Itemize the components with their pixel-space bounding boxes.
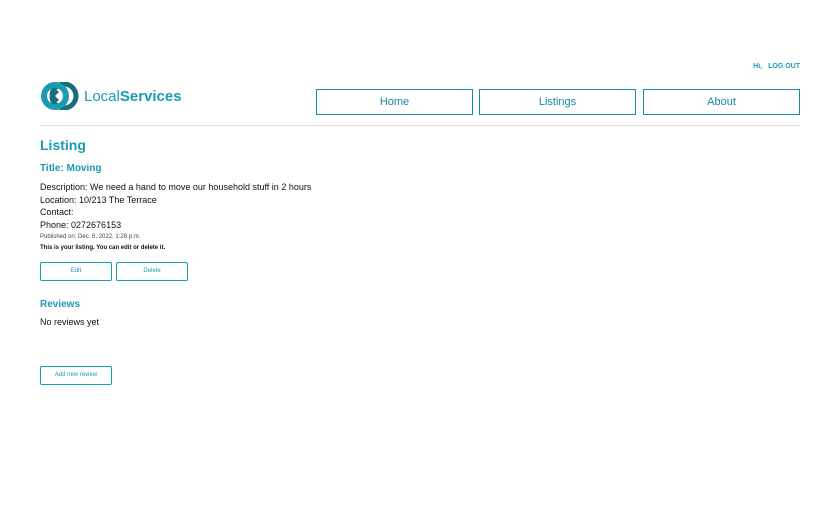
nav-home[interactable]: Home [316,89,473,115]
add-review-button[interactable]: Add new review [40,365,112,385]
logo-text-services: Services [119,87,182,105]
listing-contact: Contact: [40,207,74,217]
nav-listings[interactable]: Listings [479,89,636,115]
page-title: Listing [40,137,86,153]
no-reviews-text: No reviews yet [40,316,100,327]
logo[interactable]: LocalServices [41,82,182,110]
logo-text-local: Local [84,87,120,105]
listing-description: Description: We need a hand to move our … [40,182,312,192]
owner-note: This is your listing. You can edit or de… [40,245,166,251]
user-menu: Hi, LOG OUT [747,63,800,70]
header-divider [40,125,800,126]
nav-about[interactable]: About [643,89,800,115]
listing-detail: Listing Title: Moving Description: We ne… [40,137,311,385]
logo-icon [41,82,79,110]
listing-title: Title: Moving [40,163,102,174]
listing-location: Location: 10/213 The Terrace [40,194,157,205]
logout-link[interactable]: LOG OUT [768,63,800,70]
greeting: Hi, [753,63,763,70]
reviews-heading: Reviews [40,298,81,310]
edit-button[interactable]: Edit [40,261,112,281]
published-date: Published on: Dec. 6, 2022, 1:28 p.m. [40,234,141,240]
listing-phone: Phone: 0272676153 [40,219,122,230]
delete-button[interactable]: Delete [116,261,188,281]
